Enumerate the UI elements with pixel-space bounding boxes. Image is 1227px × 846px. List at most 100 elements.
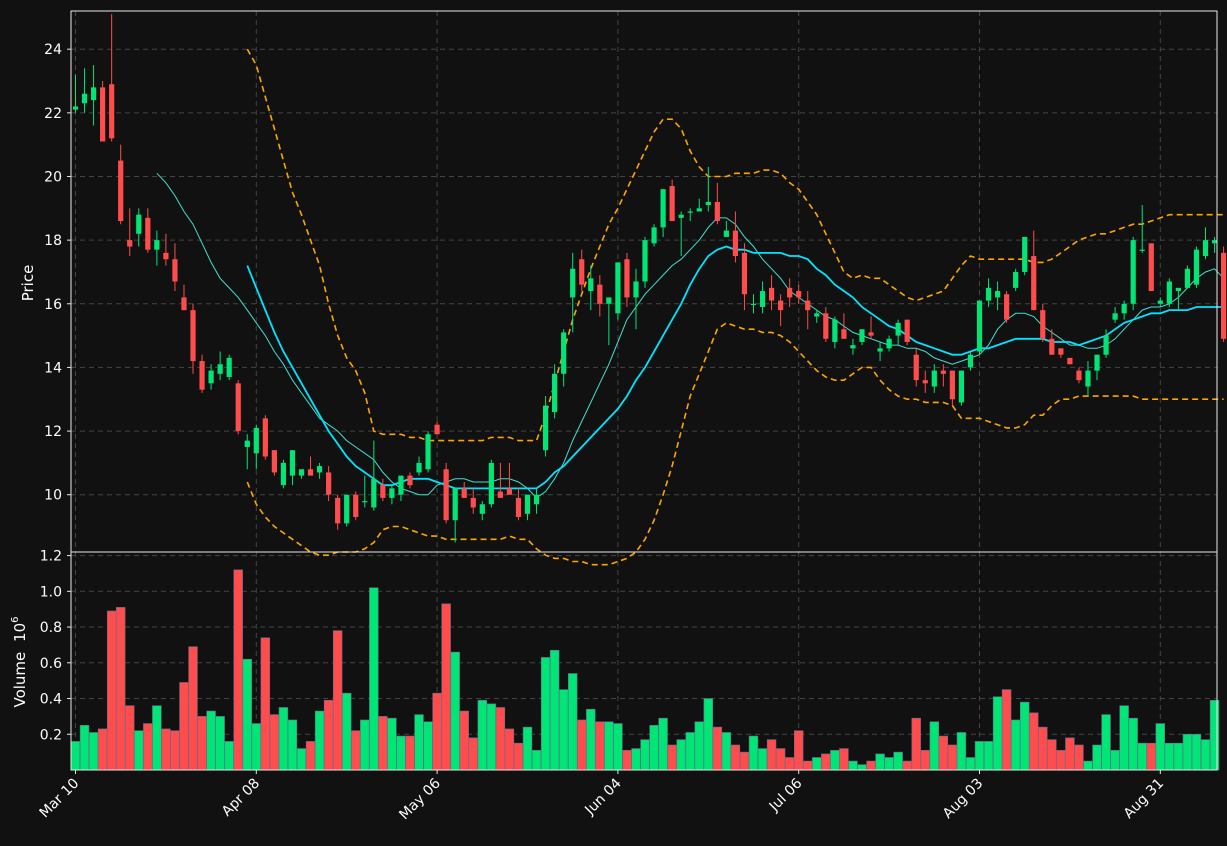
candle-body [877, 348, 883, 352]
volume-bar [188, 646, 198, 771]
volume-bar [269, 714, 280, 771]
candle-body [859, 329, 865, 342]
candle-body [1166, 281, 1172, 304]
volume-bar [721, 732, 732, 771]
candle-body [1076, 370, 1082, 381]
candle-body [136, 214, 142, 234]
volume-bar [830, 750, 840, 771]
candle-body [190, 310, 196, 362]
candle-body [832, 319, 838, 342]
volume-tick-label: 1.0 [40, 584, 62, 600]
volume-bar [911, 717, 921, 771]
volume-bar [649, 725, 659, 771]
candle-body [262, 418, 268, 457]
candle-body [307, 469, 314, 476]
candle-body [479, 504, 485, 514]
volume-bar [341, 692, 352, 771]
candle-body [1094, 354, 1100, 371]
volume-bar [821, 753, 831, 771]
x-axis-ticks: Mar 10 Apr 08 May 06 Jun 04 Jul 06 Aug 03 Aug … [37, 770, 1167, 823]
candle-body [994, 291, 1001, 298]
volume-bar [1119, 705, 1129, 771]
candle-body [1103, 335, 1109, 355]
candle-body [669, 186, 675, 222]
volume-bar [287, 719, 298, 771]
volume-bar [857, 764, 867, 771]
candle-body [506, 488, 513, 495]
candle-body [416, 462, 422, 473]
volume-tick-label: 0.6 [40, 656, 62, 672]
candle-body [488, 462, 494, 505]
volume-bar [504, 728, 515, 771]
volume-bar [1083, 760, 1093, 771]
volume-bar [88, 732, 99, 771]
candle-body [181, 297, 187, 311]
candle-body [271, 450, 277, 473]
volume-bar [206, 710, 216, 771]
volume-bar [233, 569, 243, 771]
candlestick-chart: 10 12 14 16 18 20 22 24 0.2 0.4 0.6 0.8 1.0 1.2 Mar … [10, 10, 1227, 823]
candle-body [407, 475, 413, 486]
volume-axis-label-base: 10 [11, 623, 29, 642]
volume-bar [766, 739, 777, 771]
volume-bar [360, 719, 370, 771]
volume-bar [387, 717, 397, 771]
volume-bar [549, 649, 560, 771]
volume-bar [1173, 742, 1184, 771]
volume-bar [522, 726, 533, 771]
candle-body [814, 313, 820, 317]
candle-body [298, 469, 305, 476]
volume-bar [1200, 739, 1211, 771]
volume-bar [1128, 717, 1138, 771]
volume-bar [947, 744, 958, 771]
candle-body [316, 466, 323, 473]
band-lines [246, 48, 1224, 566]
volume-axis-label-text: Volume [11, 652, 29, 708]
volume-bar [106, 610, 117, 771]
volume-bar [1047, 739, 1057, 771]
volume-bar [595, 721, 605, 771]
candle-body [958, 370, 965, 403]
volume-bar [251, 723, 261, 771]
candle-body [154, 240, 160, 250]
candle-body [172, 259, 178, 282]
volume-bar [215, 716, 225, 771]
volume-bar [70, 741, 81, 771]
candle-body [145, 217, 151, 250]
candle-body [552, 373, 558, 412]
candle-body [714, 201, 720, 222]
volume-bar [441, 603, 451, 771]
volume-bar [332, 630, 343, 771]
candle-body [678, 214, 684, 218]
candle-body [940, 370, 946, 374]
volume-bar [305, 741, 316, 771]
volume-bar [983, 741, 994, 771]
candle-body [353, 494, 359, 517]
price-tick-label: 22 [44, 106, 62, 122]
candle-body [1085, 370, 1091, 387]
moving-average-lines [156, 172, 1224, 499]
candle-body [434, 424, 440, 435]
volume-bar [1074, 744, 1084, 771]
candle-body [723, 230, 729, 237]
candle-body [850, 345, 856, 349]
volume-bar [866, 760, 876, 771]
x-tick-label: May 06 [396, 775, 444, 823]
volume-bar [179, 682, 189, 771]
candle-body [380, 485, 386, 498]
volume-bar [369, 587, 379, 771]
candle-body [570, 268, 576, 298]
price-tick-label: 16 [44, 297, 62, 313]
volume-axis-label-exponent: 6 [10, 616, 21, 622]
x-tick-label: Jun 04 [581, 775, 624, 818]
volume-bar [432, 692, 442, 771]
candle-body [597, 284, 603, 304]
candle-body [922, 380, 928, 384]
volume-bar [1209, 700, 1220, 771]
candle-body [904, 319, 910, 342]
candle-body [741, 252, 748, 295]
volume-bar [1065, 737, 1075, 771]
candle-body [778, 300, 784, 311]
candle-body [759, 291, 766, 307]
candle-body [1211, 240, 1218, 244]
